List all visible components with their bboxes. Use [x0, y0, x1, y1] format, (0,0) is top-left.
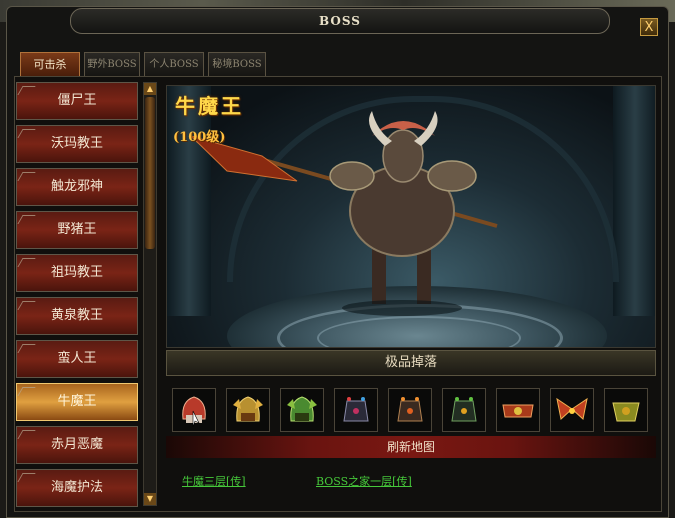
boss-list-item[interactable]: 沃玛教王 — [16, 125, 138, 163]
gold-helmet-icon — [233, 396, 263, 422]
drop-slot[interactable] — [226, 388, 270, 432]
tab-killable[interactable]: 可击杀 — [20, 52, 80, 76]
red-wings-icon — [556, 397, 588, 420]
boss-list-item[interactable]: 僵尸王 — [16, 82, 138, 120]
boss-preview: 牛魔王 (100级) — [166, 85, 656, 348]
title-bar: BOSS — [70, 8, 610, 34]
map-link-bull-demon-3[interactable]: 牛魔三层[传] — [182, 473, 246, 489]
bull-demon-king-model — [190, 111, 498, 316]
close-button[interactable]: X — [640, 18, 658, 36]
drop-slot[interactable] — [442, 388, 486, 432]
scroll-down-arrow-icon[interactable]: ▼ — [144, 493, 156, 505]
boss-list-item[interactable]: 海魔护法 — [16, 469, 138, 507]
boss-list-item[interactable]: 野猪王 — [16, 211, 138, 249]
drop-slot[interactable] — [172, 388, 216, 432]
scroll-up-arrow-icon[interactable]: ▲ — [144, 83, 156, 95]
dark-armor-gem-icon — [343, 397, 369, 422]
tab-personal-boss[interactable]: 个人BOSS — [144, 52, 204, 76]
boss-list-scrollbar[interactable]: ▲ ▼ — [143, 82, 157, 506]
boss-level: (100级) — [173, 130, 226, 145]
dark-armor-green-icon — [451, 397, 477, 422]
boss-list-item[interactable]: 赤月恶魔 — [16, 426, 138, 464]
boss-name: 牛魔王 — [175, 94, 244, 118]
gold-boots-icon — [612, 402, 640, 422]
map-link-boss-home-1[interactable]: BOSS之家一层[传] — [316, 473, 412, 489]
drop-slot[interactable] — [604, 388, 648, 432]
boss-list-item[interactable]: 祖玛教王 — [16, 254, 138, 292]
drop-slot[interactable] — [496, 388, 540, 432]
drop-slot[interactable] — [280, 388, 324, 432]
drop-slot[interactable] — [388, 388, 432, 432]
drop-slot[interactable] — [550, 388, 594, 432]
refresh-map-header: 刷新地图 — [166, 436, 656, 458]
green-helmet-icon — [287, 396, 317, 422]
drops-header: 极品掉落 — [166, 350, 656, 376]
red-helmet-icon — [182, 396, 206, 428]
boss-list-item[interactable]: 蛮人王 — [16, 340, 138, 378]
scroll-thumb[interactable] — [145, 97, 155, 249]
drops-row — [166, 380, 656, 436]
drop-slot[interactable] — [334, 388, 378, 432]
tab-secret-boss[interactable]: 秘境BOSS — [208, 52, 266, 76]
boss-list: 僵尸王 沃玛教王 触龙邪神 野猪王 祖玛教王 黄泉教王 蛮人王 牛魔王 赤月恶魔… — [16, 80, 140, 508]
window-title: BOSS — [319, 14, 361, 28]
dark-armor-orange-icon — [397, 397, 423, 422]
boss-list-item[interactable]: 触龙邪神 — [16, 168, 138, 206]
boss-list-item-selected[interactable]: 牛魔王 — [16, 383, 138, 421]
boss-list-item[interactable]: 黄泉教王 — [16, 297, 138, 335]
red-belt-icon — [502, 404, 534, 418]
tab-field-boss[interactable]: 野外BOSS — [84, 52, 140, 76]
